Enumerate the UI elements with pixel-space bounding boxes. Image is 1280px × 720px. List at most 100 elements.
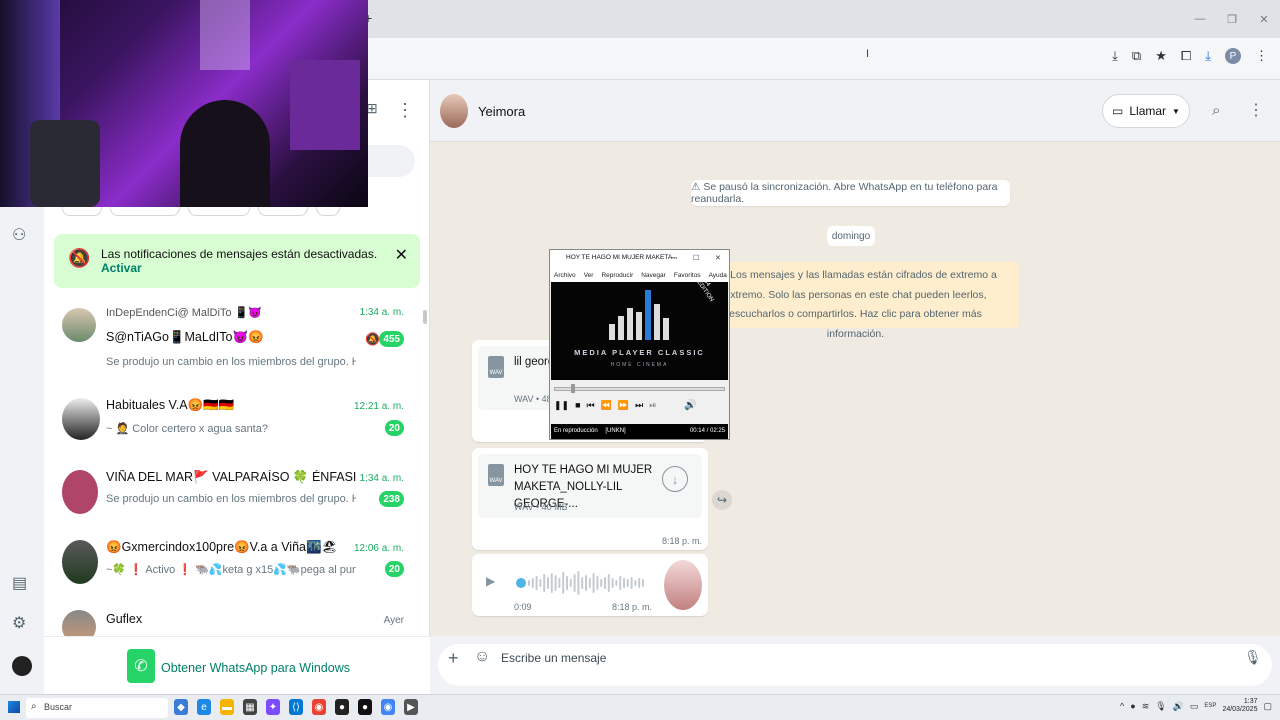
notification-text: Las notificaciones de mensajes están des…	[101, 247, 378, 275]
profile-avatar[interactable]	[12, 656, 32, 676]
menu-item-favoritos[interactable]: Favoritos	[674, 272, 701, 282]
app-icon[interactable]: ✦	[266, 699, 280, 715]
close-icon[interactable]: ✕	[395, 245, 408, 265]
activate-link[interactable]: Activar	[101, 261, 142, 275]
conversation-header: Yeimora ▭ Llamar ▼ ⌕ ⋮	[430, 80, 1280, 142]
media-player-window[interactable]: HOY TE HAGO MI MUJER MAKETA... — ☐ ✕ Arc…	[549, 249, 730, 440]
file-card[interactable]: WAV HOY TE HAGO MI MUJER MAKETA_NOLLY-LI…	[478, 454, 702, 518]
emoji-icon[interactable]: ☺	[474, 648, 490, 666]
start-button[interactable]	[8, 701, 20, 713]
chat-item[interactable]: VIÑA DEL MAR🚩 VALPARAÍSO 🍀 ÉNFASIS MIL..…	[54, 462, 420, 532]
media-player-icon[interactable]: ▶	[404, 699, 418, 715]
microphone-icon[interactable]: 🎙	[1155, 701, 1166, 712]
install-icon[interactable]: ⧉	[1132, 48, 1141, 64]
vscode-icon[interactable]: ⟨⟩	[289, 699, 303, 715]
pause-icon[interactable]: ❚❚	[554, 400, 569, 411]
chrome-icon[interactable]: ◉	[312, 699, 326, 715]
contact-name[interactable]: Yeimora	[478, 104, 525, 119]
player-title-bar[interactable]: HOY TE HAGO MI MUJER MAKETA... — ☐ ✕	[550, 250, 729, 268]
waveform-bar	[573, 574, 576, 592]
conversation-menu-icon[interactable]: ⋮	[1248, 100, 1264, 120]
chat-item[interactable]: Guflex Ayer	[54, 602, 420, 644]
tray-app-icon[interactable]: ●	[1130, 701, 1135, 711]
chrome-icon[interactable]: ◉	[381, 699, 395, 715]
file-message[interactable]: WAV HOY TE HAGO MI MUJER MAKETA_NOLLY-LI…	[472, 448, 708, 550]
star-icon[interactable]: ★	[1155, 48, 1167, 64]
sidebar-scrollbar[interactable]	[423, 310, 427, 324]
previous-icon[interactable]: ⏮	[587, 400, 595, 411]
voice-message[interactable]: ▶ 0:09 8:18 p. m.	[472, 554, 708, 616]
menu-icon[interactable]: ⋮	[1255, 48, 1268, 64]
get-app-link[interactable]: Obtener WhatsApp para Windows	[161, 661, 350, 675]
sync-paused-notice[interactable]: ⚠ Se pausó la sincronización. Abre Whats…	[691, 180, 1010, 206]
maximize-icon[interactable]: ☐	[693, 254, 699, 262]
muted-icon: 🔕	[365, 332, 380, 346]
attach-icon[interactable]: +	[448, 648, 459, 669]
chat-item[interactable]: 😡Gxmercindox100pre😡V.a a Viña🌃🏖 12:06 a.…	[54, 532, 420, 602]
taskbar-search[interactable]: ⌕ Buscar	[26, 698, 168, 718]
download-icon[interactable]: ↓	[662, 466, 688, 492]
stop-icon[interactable]: ■	[575, 400, 580, 411]
forward-icon[interactable]: ↪	[712, 490, 732, 510]
minimize-icon[interactable]: —	[670, 254, 677, 261]
voice-waveform[interactable]	[528, 570, 646, 596]
frame-step-icon[interactable]: ⏯	[649, 400, 656, 411]
search-icon: ⌕	[31, 701, 37, 712]
message-input[interactable]: Escribe un mensaje	[501, 651, 606, 665]
chat-time: Ayer	[383, 615, 404, 626]
app-icon[interactable]: ●	[358, 699, 372, 715]
extensions-icon[interactable]: ⧠	[1181, 48, 1191, 64]
file-explorer-icon[interactable]: ▬	[220, 699, 234, 715]
edge-icon[interactable]: e	[197, 699, 211, 715]
minimize-button[interactable]: —	[1184, 0, 1216, 38]
clock[interactable]: 1:37 24/03/2025	[1222, 698, 1257, 714]
contact-avatar[interactable]	[440, 94, 468, 128]
chat-preview: Se produjo un cambio en los miembros del…	[106, 356, 356, 368]
search-icon[interactable]: ⌕	[1212, 102, 1220, 119]
maximize-button[interactable]: ❐	[1216, 0, 1248, 38]
language-indicator[interactable]: ESP	[1204, 703, 1216, 709]
widget-icon[interactable]: ◆	[174, 699, 188, 715]
search-input[interactable]	[360, 145, 415, 177]
chat-item[interactable]: Habituales V.A😡🇩🇪🇩🇪 12:21 a. m. ~ 🤵 Colo…	[54, 390, 420, 460]
menu-item-ver[interactable]: Ver	[584, 272, 594, 282]
rewind-icon[interactable]: ⏪	[601, 400, 612, 411]
media-icon[interactable]: ▤	[12, 573, 27, 593]
menu-item-archivo[interactable]: Archivo	[554, 272, 576, 282]
chat-name: Guflex	[106, 612, 143, 626]
menu-item-navegar[interactable]: Navegar	[641, 272, 666, 282]
chat-item[interactable]: InDepEndenCi@ MalDiTo 📱😈 1:34 a. m. S@nT…	[54, 300, 420, 370]
microphone-icon[interactable]: 🎙	[1244, 649, 1262, 666]
sidebar-menu-icon[interactable]: ⋮	[396, 100, 414, 121]
call-button[interactable]: ▭ Llamar ▼	[1102, 94, 1190, 128]
close-window-button[interactable]: ✕	[1248, 0, 1280, 38]
waveform-bar	[585, 575, 587, 591]
profile-icon[interactable]: P	[1225, 48, 1241, 64]
download-icon[interactable]: ⤓	[1112, 48, 1118, 64]
menu-item-reproducir[interactable]: Reproducir	[601, 272, 633, 282]
communities-icon[interactable]: ⚇	[12, 225, 26, 245]
downloads-icon[interactable]: ⤓	[1205, 48, 1211, 64]
volume-icon[interactable]: 🔊	[684, 400, 696, 411]
menu-item-ayuda[interactable]: Ayuda	[709, 272, 727, 282]
volume-icon[interactable]: 🔊	[1173, 701, 1184, 712]
get-app-banner[interactable]: ✆ Obtener WhatsApp para Windows	[44, 636, 430, 694]
battery-icon[interactable]: ▭	[1190, 701, 1199, 712]
app-icon[interactable]: ▦	[243, 699, 257, 715]
voice-progress-knob[interactable]	[516, 578, 526, 588]
app-icon[interactable]: ●	[335, 699, 349, 715]
play-icon[interactable]: ▶	[486, 574, 495, 588]
player-video-area[interactable]: MEDIA PLAYER CLASSIC HOME CINEMA x64 EDI…	[551, 276, 728, 380]
waveform-bar	[638, 578, 641, 588]
close-icon[interactable]: ✕	[715, 254, 721, 262]
seek-handle[interactable]	[570, 384, 575, 393]
network-icon[interactable]: ≋	[1142, 701, 1150, 712]
settings-icon[interactable]: ⚙	[12, 613, 26, 633]
seek-bar[interactable]	[554, 387, 725, 391]
encryption-notice[interactable]: 🔒 Los mensajes y las llamadas están cifr…	[692, 262, 1019, 340]
fast-forward-icon[interactable]: ⏩	[618, 400, 629, 411]
next-icon[interactable]: ⏭	[635, 400, 643, 411]
notification-icon[interactable]: ▢	[1263, 701, 1272, 712]
waveform-bar	[600, 579, 603, 587]
chevron-up-icon[interactable]: ^	[1120, 701, 1124, 711]
